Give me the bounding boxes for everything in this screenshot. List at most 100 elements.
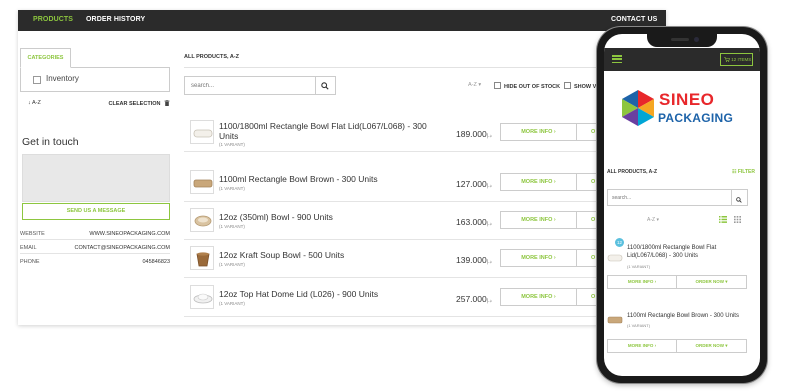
order-now-label: ORDER NOW — [695, 343, 724, 348]
category-list: Inventory — [20, 67, 170, 92]
desktop-page: PRODUCTS ORDER HISTORY CONTACT US CATEGO… — [18, 10, 666, 325]
product-image[interactable] — [190, 208, 214, 232]
mobile-search-input[interactable] — [608, 190, 732, 205]
mobile-order-now-button[interactable]: ORDER NOW ▾ — [677, 275, 747, 289]
mobile-search-button[interactable] — [731, 190, 747, 205]
search-button[interactable] — [315, 77, 335, 94]
phone-notch — [647, 34, 717, 47]
more-info-label: MORE INFO — [521, 129, 553, 135]
sort-select[interactable]: A-Z ▾ — [468, 82, 481, 88]
trash-icon — [164, 100, 170, 106]
more-info-label: MORE INFO — [521, 179, 553, 185]
mobile-product-name[interactable]: 1100ml Rectangle Bowl Brown - 300 Units — [627, 312, 749, 320]
grid-view-icon[interactable] — [734, 216, 741, 223]
mobile-order-now-button[interactable]: ORDER NOW ▾ — [677, 339, 747, 353]
send-message-button[interactable]: SEND US A MESSAGE — [22, 203, 170, 220]
more-info-button[interactable]: MORE INFO › — [500, 123, 577, 141]
contact-email-link[interactable]: CONTACT@SINEOPACKAGING.COM — [74, 245, 170, 251]
product-image[interactable] — [190, 246, 214, 270]
category-checkbox[interactable] — [33, 76, 41, 84]
logo-text-packaging: PACKAGING — [658, 111, 734, 125]
contact-row-phone: PHONE 045846823 — [20, 256, 170, 268]
more-info-button[interactable]: MORE INFO › — [500, 173, 577, 191]
table-row: 12oz Top Hat Dome Lid (L026) - 900 Units… — [184, 279, 666, 317]
product-variants: (1 VARIANT) — [219, 224, 245, 229]
show-variants-checkbox[interactable] — [564, 82, 571, 89]
product-price: 189.000د.إ — [456, 129, 492, 139]
hamburger-menu-icon[interactable] — [612, 55, 622, 64]
product-name[interactable]: 12oz Top Hat Dome Lid (L026) - 900 Units — [219, 289, 434, 299]
product-name[interactable]: 1100ml Rectangle Bowl Brown - 300 Units — [219, 174, 434, 184]
currency: د.إ — [486, 259, 492, 265]
mobile-more-info-button[interactable]: MORE INFO › — [607, 339, 677, 353]
more-info-label: MORE INFO — [521, 255, 553, 261]
more-info-button[interactable]: MORE INFO › — [500, 211, 577, 229]
list-view-icon[interactable] — [719, 216, 727, 223]
hide-out-of-stock-option[interactable]: HIDE OUT OF STOCK — [494, 82, 560, 90]
mobile-screen: 12 ITEMS SINEO PACKAGING ALL PRODUCTS, A… — [604, 34, 760, 376]
price-value: 127.000 — [456, 179, 487, 189]
product-image[interactable] — [190, 120, 214, 144]
filter-label: FILTER — [737, 169, 755, 175]
search-icon — [736, 197, 742, 203]
search-box — [184, 76, 336, 95]
table-row: 12oz (350ml) Bowl - 900 Units (1 VARIANT… — [184, 202, 666, 240]
price-value: 257.000 — [456, 294, 487, 304]
show-variants-option[interactable]: SHOW VA — [564, 82, 600, 90]
product-image[interactable] — [607, 252, 623, 264]
product-price: 257.000د.إ — [456, 294, 492, 304]
top-navigation-bar: PRODUCTS ORDER HISTORY CONTACT US — [18, 10, 666, 31]
contact-key: PHONE — [20, 259, 40, 265]
product-variants: (1 VARIANT) — [219, 301, 245, 306]
product-price: 139.000د.إ — [456, 255, 492, 265]
mobile-filter-button[interactable]: ☷ FILTER — [732, 169, 755, 175]
company-logo[interactable]: SINEO PACKAGING — [620, 84, 734, 140]
contact-phone-link[interactable]: 045846823 — [142, 259, 170, 265]
more-info-label: MORE INFO — [627, 343, 654, 348]
nav-products[interactable]: PRODUCTS — [33, 16, 73, 23]
currency: د.إ — [486, 183, 492, 189]
mobile-sort-select[interactable]: A-Z ▾ — [647, 217, 659, 223]
product-name[interactable]: 1100/1800ml Rectangle Bowl Flat Lid(L067… — [219, 121, 434, 141]
contact-row-website: WEBSITE WWW.SINEOPACKAGING.COM — [20, 228, 170, 240]
sort-select-value: A-Z — [468, 82, 477, 88]
hide-out-of-stock-checkbox[interactable] — [494, 82, 501, 89]
search-icon — [321, 82, 329, 90]
product-variants: (1 VARIANT) — [219, 186, 245, 191]
mobile-product-variants: (1 VARIANT) — [627, 323, 651, 328]
product-name[interactable]: 12oz (350ml) Bowl - 900 Units — [219, 212, 434, 222]
order-now-label: ORDER NOW — [695, 279, 724, 284]
clear-selection-button[interactable]: CLEAR SELECTION — [109, 100, 170, 107]
product-variants: (1 VARIANT) — [219, 262, 245, 267]
logo-text-sineo: SINEO — [659, 90, 715, 109]
product-image[interactable] — [190, 170, 214, 194]
nav-order-history[interactable]: ORDER HISTORY — [86, 16, 145, 23]
product-image[interactable] — [190, 285, 214, 309]
more-info-label: MORE INFO — [521, 217, 553, 223]
product-variants: (1 VARIANT) — [219, 142, 245, 147]
contact-website-link[interactable]: WWW.SINEOPACKAGING.COM — [89, 231, 170, 237]
price-value: 139.000 — [456, 255, 487, 265]
more-info-button[interactable]: MORE INFO › — [500, 288, 577, 306]
search-input[interactable] — [185, 77, 316, 94]
logo-mark-icon — [622, 90, 654, 126]
mobile-cart-button[interactable]: 12 ITEMS — [720, 53, 753, 66]
product-price: 163.000د.إ — [456, 217, 492, 227]
message-textarea[interactable] — [22, 154, 170, 202]
product-name[interactable]: 12oz Kraft Soup Bowl - 500 Units — [219, 250, 434, 260]
cart-count-label: 12 ITEMS — [731, 57, 752, 62]
chevron-down-icon: ▾ — [478, 82, 482, 88]
more-info-button[interactable]: MORE INFO › — [500, 249, 577, 267]
mobile-navigation-bar: 12 ITEMS — [604, 48, 760, 71]
category-label[interactable]: Inventory — [46, 74, 79, 83]
product-image[interactable] — [607, 314, 623, 326]
mobile-product-variants: (1 VARIANT) — [627, 264, 651, 269]
product-price: 127.000د.إ — [456, 179, 492, 189]
mobile-search-box — [607, 189, 748, 206]
mobile-product-name[interactable]: 1100/1800ml Rectangle Bowl Flat Lid(L067… — [627, 244, 749, 260]
sort-az-toggle[interactable]: ↓ A-Z — [28, 100, 41, 106]
contact-key: EMAIL — [20, 245, 37, 251]
mobile-more-info-button[interactable]: MORE INFO › — [607, 275, 677, 289]
tab-categories[interactable]: CATEGORIES — [20, 48, 71, 68]
nav-contact-us[interactable]: CONTACT US — [611, 16, 657, 23]
